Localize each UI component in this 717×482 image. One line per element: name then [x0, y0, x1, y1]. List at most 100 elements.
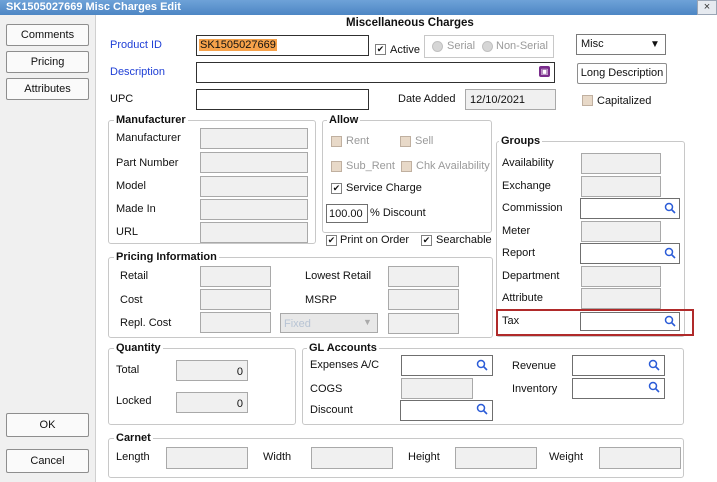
length-field[interactable]: [166, 447, 248, 469]
chevron-down-icon: ▼: [363, 317, 372, 327]
product-id-input[interactable]: SK1505027669: [196, 35, 369, 56]
type-value: Misc: [581, 38, 604, 50]
upc-label: UPC: [110, 93, 134, 105]
made-in-field[interactable]: [200, 199, 308, 220]
height-field[interactable]: [455, 447, 537, 469]
department-label: Department: [502, 270, 560, 282]
cancel-button[interactable]: Cancel: [6, 449, 89, 473]
print-on-order-checkbox[interactable]: ✔: [326, 235, 337, 246]
ok-button[interactable]: OK: [6, 413, 89, 437]
close-icon[interactable]: ×: [697, 0, 717, 15]
upc-input[interactable]: [196, 89, 369, 110]
edit-icon[interactable]: ▣: [539, 66, 550, 77]
service-charge-label: Service Charge: [346, 182, 422, 194]
active-checkbox[interactable]: ✔: [375, 44, 386, 55]
date-added-label: Date Added: [398, 93, 456, 105]
locked-field: 0: [176, 392, 248, 413]
manufacturer-field[interactable]: [200, 128, 308, 149]
expenses-search-icon[interactable]: [476, 359, 488, 371]
retail-label: Retail: [120, 270, 149, 282]
date-added-value: 12/10/2021: [470, 94, 526, 106]
commission-search-icon[interactable]: [664, 202, 676, 214]
fixed-value-field[interactable]: [388, 313, 459, 334]
availability-field[interactable]: [581, 153, 661, 174]
active-label: Active: [390, 44, 420, 56]
type-select[interactable]: Misc ▼: [576, 34, 666, 55]
width-field[interactable]: [311, 447, 393, 469]
height-label: Height: [408, 451, 440, 463]
allow-group-title: Allow: [327, 114, 361, 126]
meter-label: Meter: [502, 225, 531, 237]
searchable-label: Searchable: [436, 234, 492, 246]
locked-label: Locked: [116, 395, 152, 407]
sub-rent-checkbox[interactable]: [331, 161, 342, 172]
retail-field[interactable]: [200, 266, 271, 287]
inventory-search-icon[interactable]: [648, 381, 660, 393]
made-in-label: Made In: [116, 203, 156, 215]
form-heading: Miscellaneous Charges: [346, 17, 474, 29]
discount-search-icon[interactable]: [476, 403, 488, 415]
manufacturer-label: Manufacturer: [116, 132, 181, 144]
searchable-checkbox[interactable]: ✔: [421, 235, 432, 246]
model-label: Model: [116, 180, 146, 192]
report-search-icon[interactable]: [664, 247, 676, 259]
window-title: SK1505027669 Misc Charges Edit: [6, 1, 181, 13]
sell-checkbox[interactable]: [400, 136, 411, 147]
revenue-search-icon[interactable]: [648, 359, 660, 371]
non-serial-radio[interactable]: [482, 41, 493, 52]
repl-cost-field[interactable]: [200, 312, 271, 333]
chk-availability-label: Chk Availability: [416, 160, 490, 172]
department-field[interactable]: [581, 266, 661, 287]
model-field[interactable]: [200, 176, 308, 197]
description-label: Description: [110, 66, 166, 78]
discount-input[interactable]: 100.00: [326, 204, 368, 223]
long-description-button[interactable]: Long Description: [577, 63, 667, 84]
serial-label: Serial: [447, 40, 476, 52]
part-number-field[interactable]: [200, 152, 308, 173]
sub-rent-label: Sub_Rent: [346, 160, 395, 172]
total-field: 0: [176, 360, 248, 381]
pricing-button[interactable]: Pricing: [6, 51, 89, 73]
attribute-label: Attribute: [502, 292, 543, 304]
discount-percent-label: % Discount: [370, 207, 426, 219]
fixed-select[interactable]: Fixed ▼: [280, 313, 378, 333]
cost-field[interactable]: [200, 289, 271, 310]
part-number-label: Part Number: [116, 157, 179, 169]
discount-value: 100.00: [329, 208, 363, 220]
repl-cost-label: Repl. Cost: [120, 317, 172, 329]
capitalized-checkbox[interactable]: [582, 95, 593, 106]
cogs-field[interactable]: [401, 378, 473, 399]
lowest-retail-label: Lowest Retail: [305, 270, 372, 282]
expenses-ac-label: Expenses A/C: [310, 359, 380, 371]
report-label: Report: [502, 247, 536, 259]
gl-accounts-title: GL Accounts: [307, 342, 379, 354]
attributes-button[interactable]: Attributes: [6, 78, 89, 100]
chk-availability-checkbox[interactable]: [401, 161, 412, 172]
tax-search-icon[interactable]: [664, 315, 676, 327]
attribute-field[interactable]: [581, 288, 661, 309]
service-charge-checkbox[interactable]: ✔: [331, 183, 342, 194]
serial-radio[interactable]: [432, 41, 443, 52]
lowest-retail-field[interactable]: [388, 266, 459, 287]
cogs-label: COGS: [310, 383, 343, 395]
exchange-label: Exchange: [502, 180, 551, 192]
manufacturer-group-title: Manufacturer: [114, 114, 188, 126]
exchange-field[interactable]: [581, 176, 661, 197]
title-bar: SK1505027669 Misc Charges Edit: [0, 0, 717, 15]
msrp-label: MSRP: [305, 294, 337, 306]
comments-button[interactable]: Comments: [6, 24, 89, 46]
msrp-field[interactable]: [388, 289, 459, 310]
weight-field[interactable]: [599, 447, 681, 469]
weight-label: Weight: [549, 451, 584, 463]
url-field[interactable]: [200, 222, 308, 243]
date-added-field: 12/10/2021: [465, 89, 556, 110]
pricing-group-title: Pricing Information: [114, 251, 219, 263]
inventory-label: Inventory: [512, 383, 558, 395]
rent-checkbox[interactable]: [331, 136, 342, 147]
revenue-label: Revenue: [512, 360, 557, 372]
description-input[interactable]: ▣: [196, 62, 555, 83]
chevron-down-icon: ▼: [650, 39, 660, 50]
meter-field[interactable]: [581, 221, 661, 242]
gl-discount-label: Discount: [310, 404, 353, 416]
total-value: 0: [236, 366, 243, 378]
